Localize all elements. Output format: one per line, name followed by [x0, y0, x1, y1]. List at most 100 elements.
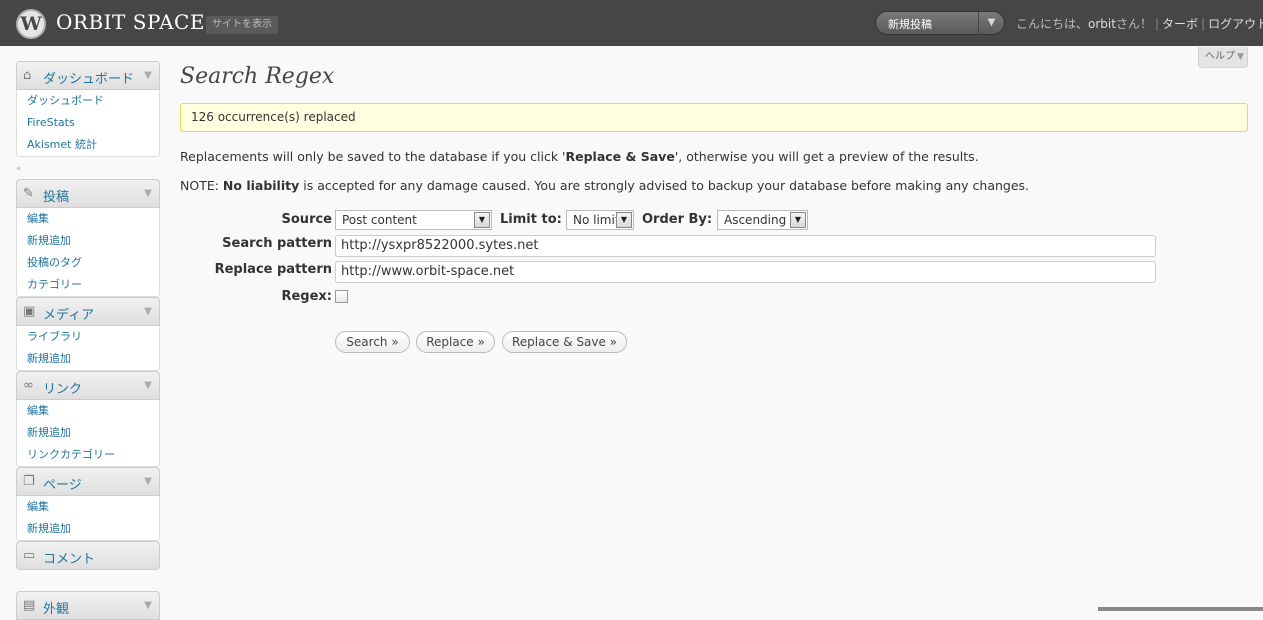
note-paragraph: NOTE: No liability is accepted for any d…	[180, 178, 1029, 193]
limit-select[interactable]: No limit ▼	[566, 210, 634, 230]
limit-select-value: No limit	[573, 213, 620, 227]
submenu-item[interactable]: 新規追加	[17, 348, 159, 370]
note-text: is accepted for any damage caused. You a…	[299, 178, 1030, 193]
source-label: Source	[281, 212, 332, 227]
collapse-menu-icon[interactable]: «	[16, 164, 22, 174]
submenu-media: ライブラリ 新規追加	[16, 326, 160, 371]
search-pattern-input[interactable]: http://ysxpr8522000.sytes.net	[335, 235, 1156, 257]
chevron-down-icon[interactable]: ▼	[474, 212, 490, 228]
chevron-down-icon[interactable]: ▼	[790, 212, 806, 228]
page-title: Search Regex	[180, 64, 335, 89]
submenu-links: 編集 新規追加 リンクカテゴリー	[16, 400, 160, 467]
menu-pages: ❐ ページ ▼ 編集 新規追加	[16, 467, 160, 541]
menu-head-posts[interactable]: ✎ 投稿 ▼	[16, 179, 160, 208]
source-select[interactable]: Post content ▼	[335, 210, 492, 230]
menu-label-links[interactable]: リンク	[43, 378, 82, 397]
submenu-item[interactable]: ダッシュボード	[17, 90, 159, 112]
submenu-item[interactable]: 新規追加	[17, 230, 159, 252]
admin-header: W ORBIT SPACE サイトを表示 新規投稿 ▼ こんにちは、orbitさ…	[0, 0, 1263, 46]
source-select-value: Post content	[342, 213, 417, 227]
chevron-down-icon[interactable]: ▼	[137, 468, 159, 495]
pushpin-icon: ✎	[23, 186, 34, 201]
info-text: Replacements will only be saved to the d…	[180, 149, 566, 164]
note-text: NOTE:	[180, 178, 223, 193]
order-label: Order By:	[642, 212, 713, 227]
submenu-item[interactable]: FireStats	[17, 112, 159, 134]
info-bold: Replace & Save	[565, 149, 675, 164]
regex-checkbox[interactable]	[335, 290, 348, 303]
chevron-down-icon[interactable]: ▼	[137, 372, 159, 399]
note-bold: No liability	[222, 178, 300, 193]
submenu-item[interactable]: 新規追加	[17, 518, 159, 540]
info-text: ', otherwise you will get a preview of t…	[674, 149, 979, 164]
menu-media: ▣ メディア ▼ ライブラリ 新規追加	[16, 297, 160, 371]
favorite-actions-dropdown[interactable]: 新規投稿 ▼	[875, 11, 1005, 35]
menu-appearance: ▤ 外観 ▼	[16, 591, 160, 620]
submenu-item[interactable]: 投稿のタグ	[17, 252, 159, 274]
submenu-dashboard: ダッシュボード FireStats Akismet 統計	[16, 90, 160, 157]
replace-button[interactable]: Replace »	[416, 331, 495, 353]
chevron-down-icon[interactable]: ▼	[137, 592, 159, 619]
menu-label-appearance[interactable]: 外観	[43, 598, 69, 617]
chain-link-icon: ∞	[23, 378, 34, 393]
turbo-link[interactable]: ターボ	[1162, 17, 1198, 31]
submenu-item[interactable]: 編集	[17, 400, 159, 422]
regex-label: Regex:	[281, 289, 332, 304]
menu-comments: ▭ コメント	[16, 541, 160, 570]
menu-label-media[interactable]: メディア	[43, 304, 94, 323]
chevron-down-icon[interactable]: ▼	[137, 298, 159, 325]
menu-label-posts[interactable]: 投稿	[43, 186, 69, 205]
menu-head-appearance[interactable]: ▤ 外観 ▼	[16, 591, 160, 620]
submenu-item[interactable]: カテゴリー	[17, 274, 159, 296]
info-paragraph: Replacements will only be saved to the d…	[180, 149, 979, 164]
submenu-item[interactable]: 新規追加	[17, 422, 159, 444]
replace-pattern-label: Replace pattern	[214, 262, 332, 277]
menu-dashboard: ⌂ ダッシュボード ▼ ダッシュボード FireStats Akismet 統計	[16, 61, 160, 157]
username-link[interactable]: orbit	[1088, 17, 1116, 31]
horizontal-scrollbar[interactable]	[1098, 607, 1263, 611]
chevron-down-icon: ▼	[1237, 52, 1244, 62]
replace-pattern-input[interactable]: http://www.orbit-space.net	[335, 261, 1156, 283]
replace-and-save-button[interactable]: Replace & Save »	[502, 331, 627, 353]
menu-head-links[interactable]: ∞ リンク ▼	[16, 371, 160, 400]
wordpress-logo-icon: W	[16, 9, 46, 39]
submenu-item[interactable]: 編集	[17, 496, 159, 518]
updated-notice: 126 occurrence(s) replaced	[180, 103, 1248, 132]
submenu-item[interactable]: Akismet 統計	[17, 134, 159, 156]
submenu-item[interactable]: 編集	[17, 208, 159, 230]
order-select[interactable]: Ascending ▼	[717, 210, 808, 230]
limit-label: Limit to:	[500, 212, 562, 227]
user-info: こんにちは、orbitさん！ | ターボ | ログアウト	[1016, 15, 1263, 32]
menu-label-dashboard[interactable]: ダッシュボード	[43, 68, 134, 87]
favorite-action-label[interactable]: 新規投稿	[888, 16, 932, 32]
chevron-down-icon[interactable]: ▼	[978, 12, 1004, 34]
menu-head-media[interactable]: ▣ メディア ▼	[16, 297, 160, 326]
speech-bubble-icon: ▭	[23, 548, 36, 563]
help-tab[interactable]: ヘルプ ▼	[1198, 47, 1248, 68]
submenu-item[interactable]: ライブラリ	[17, 326, 159, 348]
pages-icon: ❐	[23, 474, 35, 489]
search-pattern-label: Search pattern	[222, 236, 332, 251]
menu-links: ∞ リンク ▼ 編集 新規追加 リンクカテゴリー	[16, 371, 160, 467]
site-title[interactable]: ORBIT SPACE	[56, 10, 205, 34]
menu-label-comments[interactable]: コメント	[43, 548, 95, 567]
menu-head-pages[interactable]: ❐ ページ ▼	[16, 467, 160, 496]
search-button[interactable]: Search »	[335, 331, 410, 353]
greeting-prefix: こんにちは、	[1016, 17, 1089, 31]
chevron-down-icon[interactable]: ▼	[137, 62, 159, 89]
chevron-down-icon[interactable]: ▼	[616, 212, 632, 228]
chevron-down-icon[interactable]: ▼	[137, 180, 159, 207]
submenu-item[interactable]: リンクカテゴリー	[17, 444, 159, 466]
submenu-pages: 編集 新規追加	[16, 496, 160, 541]
greeting-suffix: さん！	[1115, 17, 1152, 31]
order-select-value: Ascending	[724, 213, 787, 227]
help-label[interactable]: ヘルプ	[1205, 51, 1235, 62]
media-icon: ▣	[23, 304, 36, 319]
menu-label-pages[interactable]: ページ	[43, 474, 82, 493]
menu-head-comments[interactable]: ▭ コメント	[16, 541, 160, 570]
menu-head-dashboard[interactable]: ⌂ ダッシュボード ▼	[16, 61, 160, 90]
menu-posts: ✎ 投稿 ▼ 編集 新規追加 投稿のタグ カテゴリー	[16, 179, 160, 297]
submenu-posts: 編集 新規追加 投稿のタグ カテゴリー	[16, 208, 160, 297]
logout-link[interactable]: ログアウト	[1208, 17, 1263, 31]
view-site-button[interactable]: サイトを表示	[206, 16, 278, 34]
